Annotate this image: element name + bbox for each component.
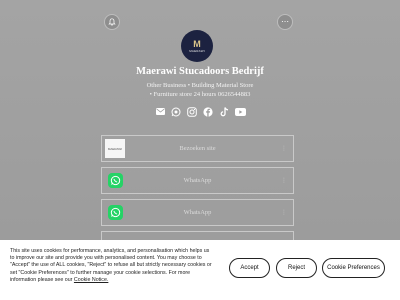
link-whatsapp-1[interactable]: WhatsApp ⋮ — [101, 167, 294, 194]
profile-name: Maerawi Stucadoors Bedrijf — [136, 66, 264, 77]
profile-description-line1: Other Business • Building Material Store — [146, 82, 254, 89]
logo-mark: M — [193, 38, 201, 49]
link-label: WhatsApp — [183, 209, 212, 216]
cookie-notice-link[interactable]: Cookie Notice. — [74, 277, 108, 283]
link-label: Bezoeken site — [179, 145, 216, 152]
cookie-preferences-button[interactable]: Cookie Preferences — [322, 258, 385, 278]
link-label: WhatsApp — [183, 177, 212, 184]
bell-icon — [108, 18, 116, 26]
accept-cookies-button[interactable]: Accept — [229, 258, 270, 278]
email-icon[interactable] — [155, 106, 166, 117]
more-options-button[interactable]: ⋯ — [277, 14, 293, 30]
link-more-icon[interactable]: ⋮ — [281, 177, 287, 184]
profile-description-line2: • Furniture store 24 hours 0626544883 — [149, 91, 251, 98]
profile-avatar: M MAERAWI — [181, 30, 213, 62]
tiktok-icon[interactable] — [219, 106, 230, 117]
cookie-message: This site uses cookies for performance, … — [10, 248, 215, 284]
link-more-icon[interactable]: ⋮ — [281, 209, 287, 216]
whatsapp-icon[interactable] — [171, 106, 182, 117]
instagram-icon[interactable] — [187, 106, 198, 117]
link-whatsapp-2[interactable]: WhatsApp ⋮ — [101, 199, 294, 226]
cookie-banner: This site uses cookies for performance, … — [0, 240, 400, 300]
cookie-message-text: This site uses cookies for performance, … — [10, 248, 212, 283]
more-icon: ⋯ — [281, 17, 289, 26]
link-visit-site[interactable]: MAERAWI Bezoeken site ⋮ — [101, 135, 294, 162]
subscribe-button[interactable] — [104, 14, 120, 30]
reject-cookies-button[interactable]: Reject — [276, 258, 317, 278]
facebook-icon[interactable] — [203, 106, 214, 117]
youtube-icon[interactable] — [234, 106, 246, 117]
logo-wordmark: MAERAWI — [189, 48, 205, 53]
social-icons — [0, 106, 400, 117]
link-more-icon[interactable]: ⋮ — [281, 145, 287, 152]
profile-description: Other Business • Building Material Store… — [0, 81, 400, 99]
